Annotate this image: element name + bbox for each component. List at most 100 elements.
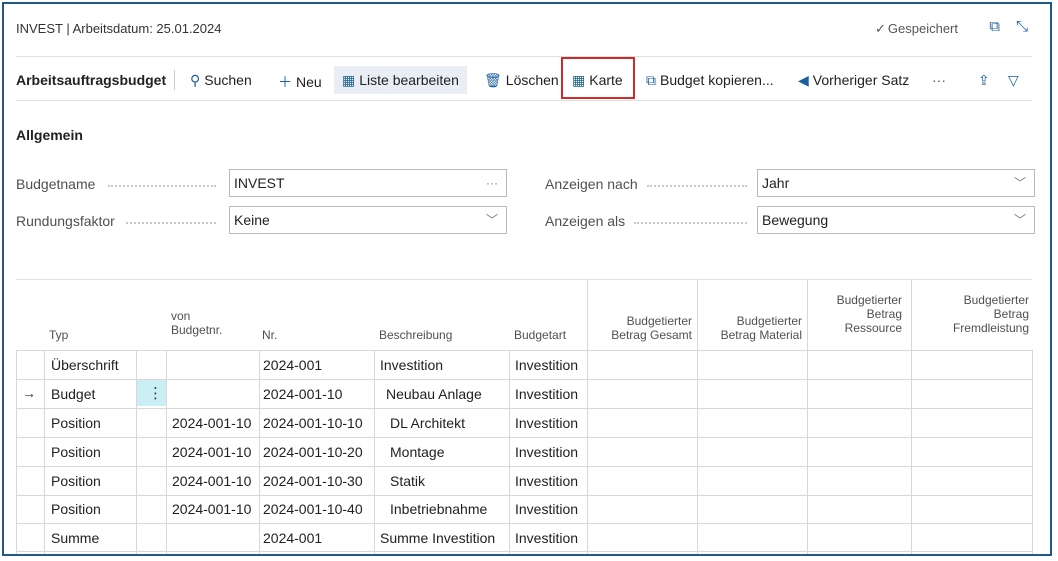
column-header-von[interactable]: von Budgetnr. [171, 309, 222, 337]
cell-budgetart: Investition [515, 444, 579, 460]
trash-icon: 🗑 [484, 72, 502, 88]
column-divider [259, 350, 260, 554]
cell-beschreibung: Summe Investition [380, 530, 496, 546]
card-button-highlight [561, 57, 635, 99]
header-line: Budgetnr. [171, 323, 223, 337]
cell-beschreibung: Inbetriebnahme [390, 501, 488, 517]
row-divider [16, 551, 1032, 552]
header-line: Betrag [993, 307, 1029, 321]
column-header-typ[interactable]: Typ [49, 328, 68, 342]
section-title-general: Allgemein [16, 127, 83, 143]
column-header-nr[interactable]: Nr. [262, 328, 277, 342]
new-label: Neu [296, 74, 322, 90]
delete-label: Löschen [505, 72, 559, 88]
column-divider [374, 350, 375, 554]
show-as-label: Anzeigen als [545, 213, 626, 229]
title-separator [16, 56, 1032, 57]
show-by-select[interactable]: Jahr ﹀ [757, 169, 1035, 197]
column-divider [16, 350, 17, 554]
cell-typ: Position [51, 415, 101, 431]
previous-set-label: Vorheriger Satz [812, 72, 910, 88]
rounding-select[interactable]: Keine ﹀ [229, 206, 507, 234]
saved-label: Gespeichert [887, 21, 958, 36]
previous-icon: ◀ [798, 72, 809, 88]
header-line: Fremdleistung [952, 321, 1029, 335]
copy-budget-label: Budget kopieren... [660, 72, 774, 88]
cell-budgetart: Investition [515, 386, 579, 402]
column-divider [587, 350, 588, 554]
column-header-betrag-material[interactable]: Budgetierter Betrag Material [697, 314, 802, 342]
copy-budget-button[interactable]: ⧉ Budget kopieren... [646, 72, 774, 89]
search-button[interactable]: ⚲ Suchen [190, 72, 252, 89]
column-divider [911, 350, 912, 554]
current-row-arrow-icon: → [22, 385, 36, 401]
delete-button[interactable]: 🗑 Löschen [484, 72, 559, 89]
row-divider [16, 350, 1032, 351]
cell-budgetart: Investition [515, 530, 579, 546]
more-icon[interactable]: ··· [486, 170, 498, 196]
show-by-value: Jahr [762, 175, 790, 191]
filter-icon[interactable]: ▽ [1008, 72, 1019, 89]
open-new-window-icon[interactable]: ⧉ [989, 18, 1000, 35]
column-divider [807, 280, 808, 350]
cell-von: 2024-001-10 [172, 501, 252, 517]
search-label: Suchen [204, 72, 252, 88]
budget-name-field[interactable]: INVEST ··· [229, 169, 507, 197]
header-line: Budgetierter [736, 314, 802, 328]
cell-nr: 2024-001-10-10 [263, 415, 363, 431]
cell-budgetart: Investition [515, 415, 579, 431]
row-divider [16, 466, 1032, 467]
page-name-label: Arbeitsauftragsbudget [16, 72, 167, 88]
column-header-betrag-gesamt[interactable]: Budgetierter Betrag Gesamt [587, 314, 692, 342]
column-header-betrag-ressource[interactable]: Budgetierter Betrag Ressource [807, 293, 902, 335]
show-as-select[interactable]: Bewegung ﹀ [757, 206, 1035, 234]
edit-list-button[interactable]: ▦ Liste bearbeiten [334, 66, 467, 94]
field-dots [108, 185, 216, 188]
chevron-down-icon: ﹀ [485, 213, 498, 227]
header-line: von [171, 309, 191, 323]
cell-beschreibung: Investition [380, 357, 444, 373]
cell-typ: Position [51, 473, 101, 489]
header-line: Budgetierter [836, 293, 902, 307]
share-icon[interactable]: ⇪ [978, 72, 990, 89]
budget-name-label: Budgetname [16, 176, 96, 192]
column-divider [807, 350, 808, 554]
column-header-beschreibung[interactable]: Beschreibung [379, 328, 452, 342]
action-bar: Arbeitsauftragsbudget ⚲ Suchen ＋ Neu ▦ List… [4, 60, 1050, 100]
field-dots [634, 222, 747, 225]
header-line: Budgetierter [626, 314, 692, 328]
more-actions-button[interactable]: ··· [932, 72, 946, 88]
previous-set-button[interactable]: ◀ Vorheriger Satz [798, 72, 909, 89]
new-button[interactable]: ＋ Neu [278, 72, 322, 92]
cell-beschreibung: Montage [390, 444, 445, 460]
toolbar-separator [16, 100, 1032, 101]
search-icon: ⚲ [190, 72, 201, 88]
cell-typ: Summe [51, 530, 100, 546]
column-header-betrag-fremdleistung[interactable]: Budgetierter Betrag Fremdleistung [911, 293, 1029, 335]
column-divider [1032, 350, 1033, 554]
cell-nr: 2024-001-10-40 [263, 501, 363, 517]
plus-icon: ＋ [278, 74, 292, 90]
header-line: Ressource [844, 321, 902, 335]
saved-status: ✓ Gespeichert [875, 21, 958, 37]
page-title: INVEST | Arbeitsdatum: 25.01.2024 [16, 21, 222, 36]
copy-icon: ⧉ [646, 72, 656, 88]
show-as-value: Bewegung [762, 212, 829, 228]
collapse-icon[interactable]: ⤡ [1016, 18, 1028, 35]
cell-beschreibung: DL Architekt [390, 415, 465, 431]
chevron-down-icon: ﹀ [1013, 176, 1026, 190]
edit-list-icon: ▦ [342, 72, 356, 88]
rounding-value: Keine [234, 212, 270, 228]
cell-beschreibung: Statik [390, 473, 426, 489]
cell-nr: 2024-001-10-20 [263, 444, 363, 460]
cell-von: 2024-001-10 [172, 415, 252, 431]
column-header-budgetart[interactable]: Budgetart [514, 328, 566, 342]
row-divider [16, 495, 1032, 496]
field-dots [126, 222, 216, 225]
row-menu-icon[interactable]: ⋮ [148, 384, 163, 402]
header-line: Betrag Gesamt [611, 328, 692, 342]
cell-budgetart: Investition [515, 357, 579, 373]
edit-list-label: Liste bearbeiten [359, 72, 459, 88]
column-divider [509, 350, 510, 554]
budget-name-value: INVEST [234, 175, 285, 191]
